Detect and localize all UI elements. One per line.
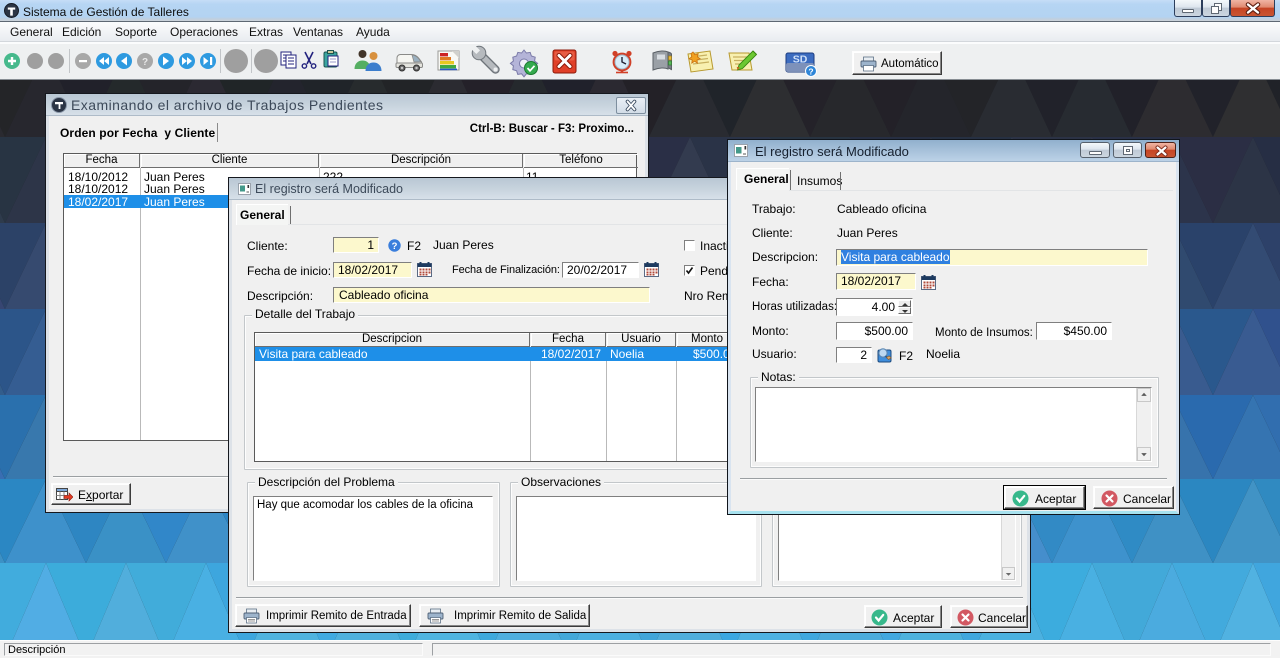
svg-text:SD: SD	[793, 54, 808, 66]
svg-text:?: ?	[392, 241, 398, 252]
svg-text:?: ?	[808, 67, 813, 77]
svg-text:?: ?	[142, 57, 148, 68]
